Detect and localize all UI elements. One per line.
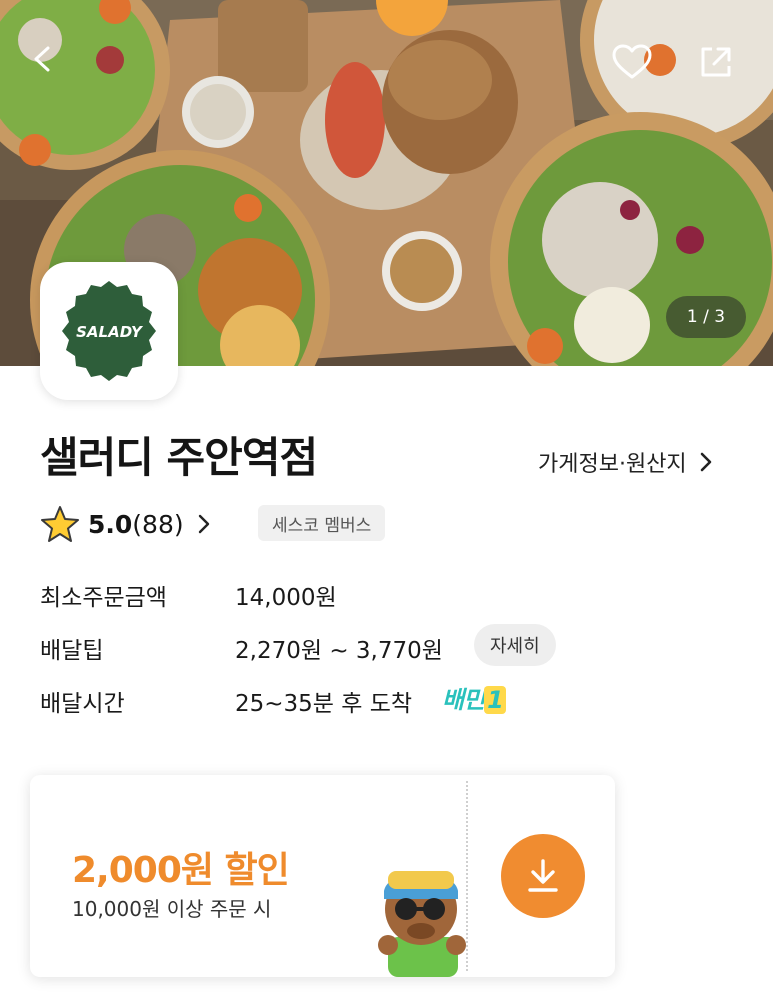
rating-row[interactable]: 5.0 (88) [40, 503, 210, 545]
coupon-card: 2,000원 할인 10,000원 이상 주문 시 [30, 775, 615, 977]
delivery-time-value: 25~35분 후 도착 [235, 691, 413, 717]
star-icon [41, 506, 79, 542]
arrow-left-icon [34, 46, 50, 72]
baemin-one-number: 1 [484, 686, 506, 714]
share-external-icon [701, 47, 731, 77]
heart-outline-icon [612, 44, 652, 79]
coupon-amount: 2,000원 할인 [72, 850, 290, 891]
logo-text: SALADY [76, 323, 144, 341]
store-logo: SALADY [40, 262, 178, 400]
rating-score: 5.0 [88, 509, 133, 539]
mascot-illustration [378, 871, 466, 977]
download-icon [528, 859, 558, 892]
image-page-indicator: 1 / 3 [666, 296, 746, 338]
delivery-tip-detail-button[interactable]: 자세히 [474, 624, 556, 666]
review-count: (88) [132, 509, 184, 539]
favorite-button[interactable] [612, 44, 656, 88]
store-info-label: 가게정보·원산지 [538, 452, 687, 477]
coupon-perforation [466, 781, 468, 971]
delivery-tip-label: 배달팁 [40, 638, 104, 664]
rating-chevron [198, 514, 210, 534]
back-button[interactable] [26, 44, 70, 88]
member-badge: 세스코 멤버스 [258, 505, 386, 541]
baemin-one-badge: 배민 1 [442, 680, 506, 715]
chevron-right-icon [198, 514, 209, 534]
baemin-one-text: 배민 [442, 686, 485, 714]
share-button[interactable] [698, 44, 742, 88]
min-order-label: 최소주문금액 [40, 585, 167, 611]
salady-logo: SALADY [62, 281, 156, 381]
delivery-time-label: 배달시간 [40, 691, 125, 717]
min-order-value: 14,000원 [235, 585, 337, 611]
store-info-link[interactable]: 가게정보·원산지 [538, 446, 713, 478]
store-name: 샐러디 주안역점 [40, 433, 318, 482]
coupon-condition: 10,000원 이상 주문 시 [72, 897, 272, 921]
coupon-download-button[interactable] [501, 834, 585, 918]
chevron-right-icon [700, 452, 711, 472]
delivery-tip-value: 2,270원 ~ 3,770원 [235, 638, 443, 664]
